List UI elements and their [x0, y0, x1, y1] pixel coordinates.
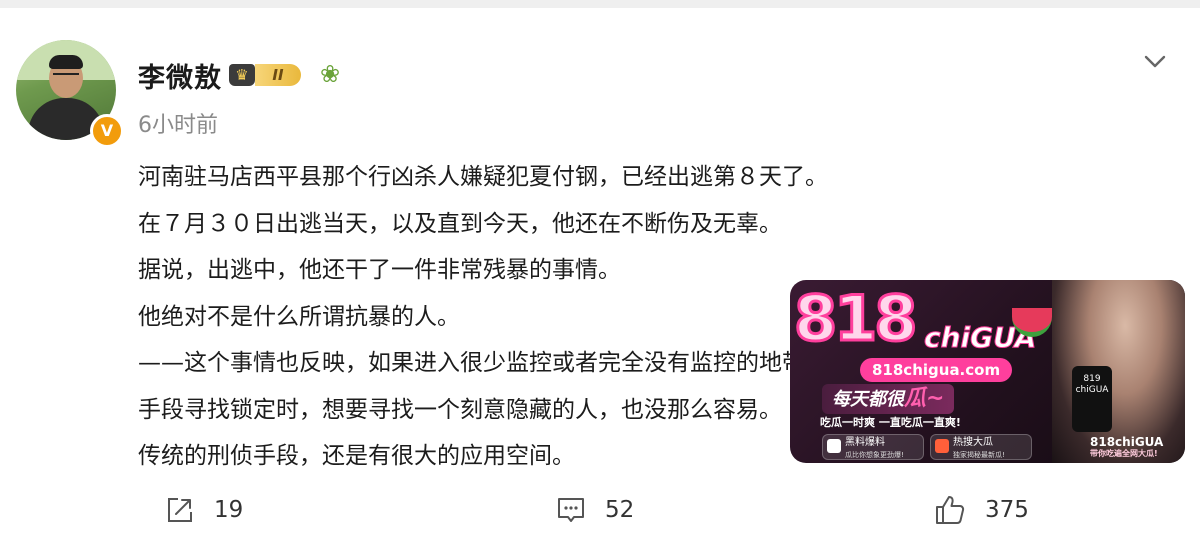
- top-divider: [0, 0, 1200, 8]
- ad-banner[interactable]: 818 chiGUA 818chigua.com 每天都很瓜~ 吃瓜一时爽 一直…: [790, 280, 1185, 463]
- ad-slogan: 每天都很瓜~: [822, 384, 955, 414]
- post-timestamp[interactable]: 6小时前: [138, 107, 218, 139]
- comment-button[interactable]: 52: [555, 488, 634, 532]
- like-count: 375: [985, 497, 1029, 523]
- post-action-bar: 19 52 375: [0, 488, 1200, 534]
- ad-logo-number: 818: [792, 282, 918, 355]
- verified-badge-icon: V: [90, 114, 124, 148]
- ad-slogan-highlight: 瓜~: [904, 386, 945, 411]
- author-name[interactable]: 李微敖: [138, 56, 222, 95]
- like-button[interactable]: 375: [933, 488, 1029, 532]
- weibo-post-card: V 李微敖 ♛ II ❀ 6小时前 河南驻马店西平县那个行凶杀人嫌疑犯夏付钢，已…: [0, 8, 1200, 535]
- ad-cta2-sub: 独家揭秘最新瓜!: [953, 451, 1005, 459]
- fire-icon: [935, 439, 949, 453]
- ad-brand-title: 818chiGUA: [1090, 435, 1164, 449]
- ad-brand: 818chiGUA 带你吃遍全网大瓜!: [1090, 436, 1182, 458]
- ad-phone-image: 819 chiGUA: [1072, 366, 1112, 432]
- thumbs-up-icon: [936, 496, 965, 524]
- vip-level-badge[interactable]: ♛ II: [229, 61, 303, 87]
- content-line: 河南驻马店西平县那个行凶杀人嫌疑犯夏付钢，已经出逃第８天了。: [138, 164, 828, 190]
- author-avatar[interactable]: V: [16, 40, 124, 148]
- chevron-down-icon[interactable]: [1142, 48, 1168, 74]
- vip-level-label: II: [255, 64, 301, 86]
- flower-icon[interactable]: ❀: [320, 60, 340, 88]
- ad-cta-gossip[interactable]: 黑料爆料 瓜比你想象更劲爆!: [822, 434, 924, 460]
- ad-cta1-title: 黑料爆料: [845, 437, 885, 448]
- ad-subtitle: 吃瓜一时爽 一直吃瓜一直爽!: [820, 416, 961, 429]
- gossip-icon: [827, 439, 841, 453]
- ad-slogan-prefix: 每天都很: [832, 389, 904, 410]
- ad-cta1-sub: 瓜比你想象更劲爆!: [845, 451, 904, 459]
- share-count: 19: [214, 497, 244, 523]
- ad-cta-trending[interactable]: 热搜大瓜 独家揭秘最新瓜!: [930, 434, 1032, 460]
- ad-cta2-title: 热搜大瓜: [953, 437, 993, 448]
- share-button[interactable]: 19: [164, 488, 243, 532]
- content-line: 在７月３０日出逃当天，以及直到今天，他还在不断伤及无辜。: [138, 210, 782, 237]
- comment-icon: [558, 498, 584, 522]
- comment-count: 52: [605, 497, 635, 523]
- ad-brand-sub: 带你吃遍全网大瓜!: [1090, 449, 1158, 458]
- share-icon: [168, 498, 192, 522]
- crown-icon: ♛: [229, 64, 255, 86]
- ad-domain: 818chigua.com: [860, 358, 1013, 382]
